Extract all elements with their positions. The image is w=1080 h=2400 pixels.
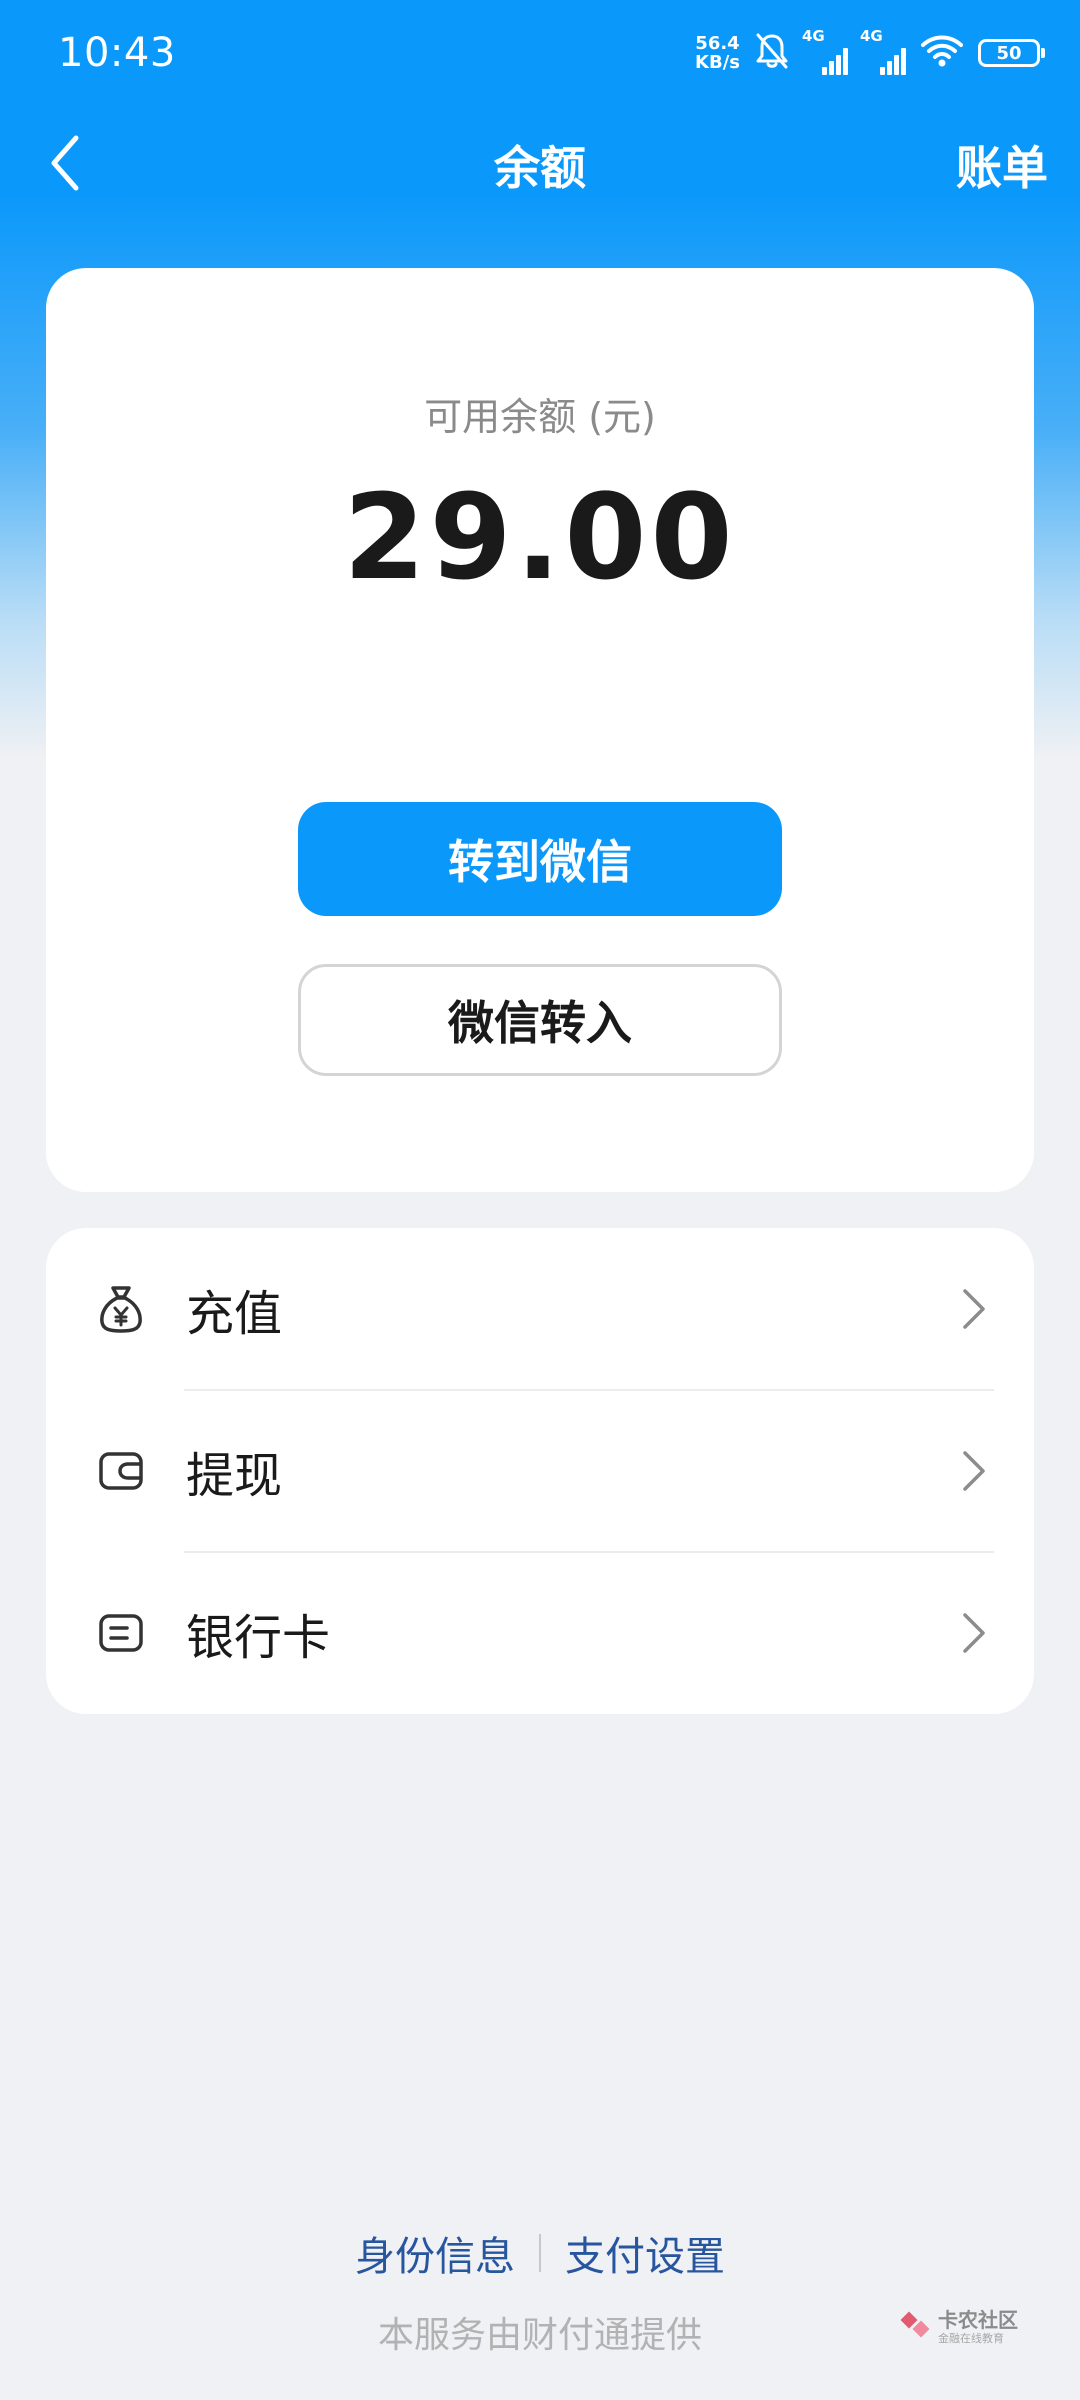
footer-separator <box>539 2234 541 2272</box>
balance-label: 可用余额 (元) <box>424 395 656 439</box>
wallet-icon <box>96 1446 146 1496</box>
network-speed: 56.4 KB/s <box>695 34 740 72</box>
network-speed-unit: KB/s <box>695 52 740 73</box>
nav-bar: 余额 账单 <box>0 118 1080 208</box>
watermark-main-text: 卡农社区 <box>938 2308 1018 2332</box>
chevron-right-icon <box>954 1284 994 1334</box>
menu-item-label: 充值 <box>186 1286 283 1342</box>
balance-amount: 29.00 <box>343 468 737 606</box>
status-bar: 10:43 56.4 KB/s 4G 4G 50 <box>0 0 1080 108</box>
bell-muted-icon <box>754 31 790 75</box>
wifi-icon <box>920 33 964 73</box>
money-bag-icon <box>96 1284 146 1334</box>
transfer-to-wechat-button[interactable]: 转到微信 <box>298 802 782 916</box>
cell-signal-1-label: 4G <box>802 27 825 45</box>
cell-signal-1-icon: 4G <box>802 27 848 75</box>
identity-info-link[interactable]: 身份信息 <box>355 2224 515 2282</box>
network-speed-value: 56.4 <box>695 33 740 54</box>
transfer-from-wechat-button[interactable]: 微信转入 <box>298 964 782 1076</box>
balance-card: 可用余额 (元) 29.00 转到微信 微信转入 <box>46 268 1034 1192</box>
watermark-sub-text: 金融在线教育 <box>938 2332 1004 2345</box>
battery-level: 50 <box>996 42 1022 64</box>
bill-button[interactable]: 账单 <box>956 132 1048 198</box>
footer-links: 身份信息 支付设置 <box>0 2224 1080 2282</box>
page-title: 余额 <box>494 141 586 195</box>
menu-item-label: 银行卡 <box>186 1610 331 1666</box>
watermark: 卡农社区 金融在线教育 <box>900 2310 1018 2344</box>
menu-item-withdraw[interactable]: 提现 <box>46 1390 1034 1552</box>
status-time: 10:43 <box>58 30 176 76</box>
payment-settings-link[interactable]: 支付设置 <box>565 2224 725 2282</box>
menu-item-label: 提现 <box>186 1448 283 1504</box>
status-indicators: 56.4 KB/s 4G 4G 50 <box>695 27 1045 78</box>
menu-item-recharge[interactable]: 充值 <box>46 1228 1034 1390</box>
chevron-right-icon <box>954 1446 994 1496</box>
battery-icon: 50 <box>978 39 1045 67</box>
cell-signal-2-icon: 4G <box>860 27 906 75</box>
bank-card-icon <box>96 1608 146 1658</box>
watermark-logo-icon <box>900 2311 930 2338</box>
chevron-right-icon <box>954 1608 994 1658</box>
menu-item-bank-card[interactable]: 银行卡 <box>46 1552 1034 1714</box>
cell-signal-2-label: 4G <box>860 27 883 45</box>
menu-card: 充值 提现 银行卡 <box>46 1228 1034 1714</box>
